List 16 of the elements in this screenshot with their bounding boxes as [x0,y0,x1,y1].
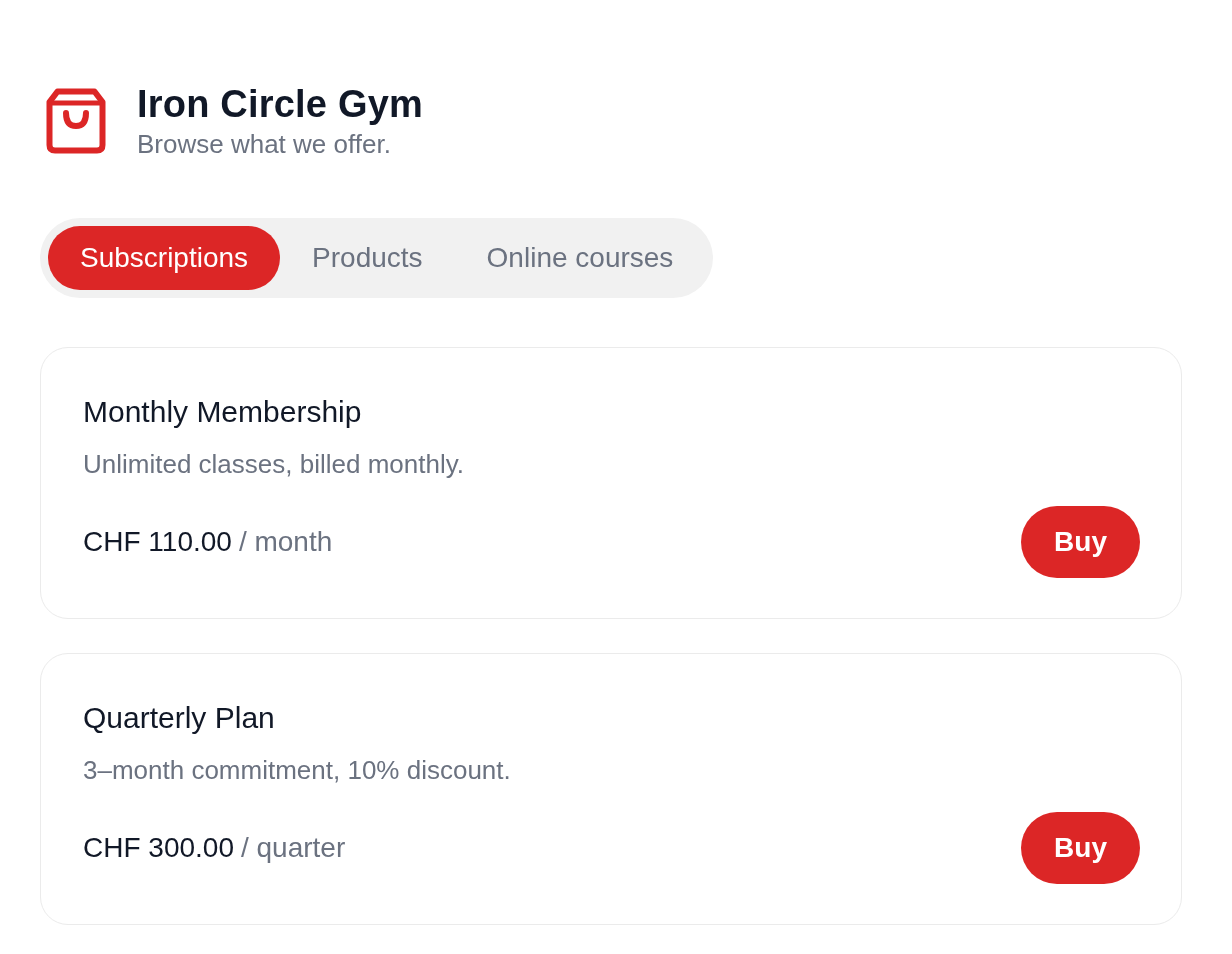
price-period: / month [238,525,333,559]
buy-button[interactable]: Buy [1021,812,1140,884]
price-amount: CHF 110.00 [83,525,232,559]
shop-subtitle: Browse what we offer. [137,128,391,160]
price-period: / quarter [240,831,346,865]
shopping-bag-icon [46,88,106,154]
buy-button[interactable]: Buy [1021,506,1140,578]
offer-description: 3–month commitment, 10% discount. [83,754,512,786]
tab[interactable]: Products [280,226,455,290]
offer-description: Unlimited classes, billed monthly. [83,448,465,480]
offer-title: Quarterly Plan [83,700,276,736]
tab[interactable]: Online courses [454,226,706,290]
tab[interactable]: Subscriptions [48,226,281,290]
offer-title: Monthly Membership [83,394,363,430]
shop-title: Iron Circle Gym [137,82,423,126]
price-amount: CHF 300.00 [83,831,234,865]
